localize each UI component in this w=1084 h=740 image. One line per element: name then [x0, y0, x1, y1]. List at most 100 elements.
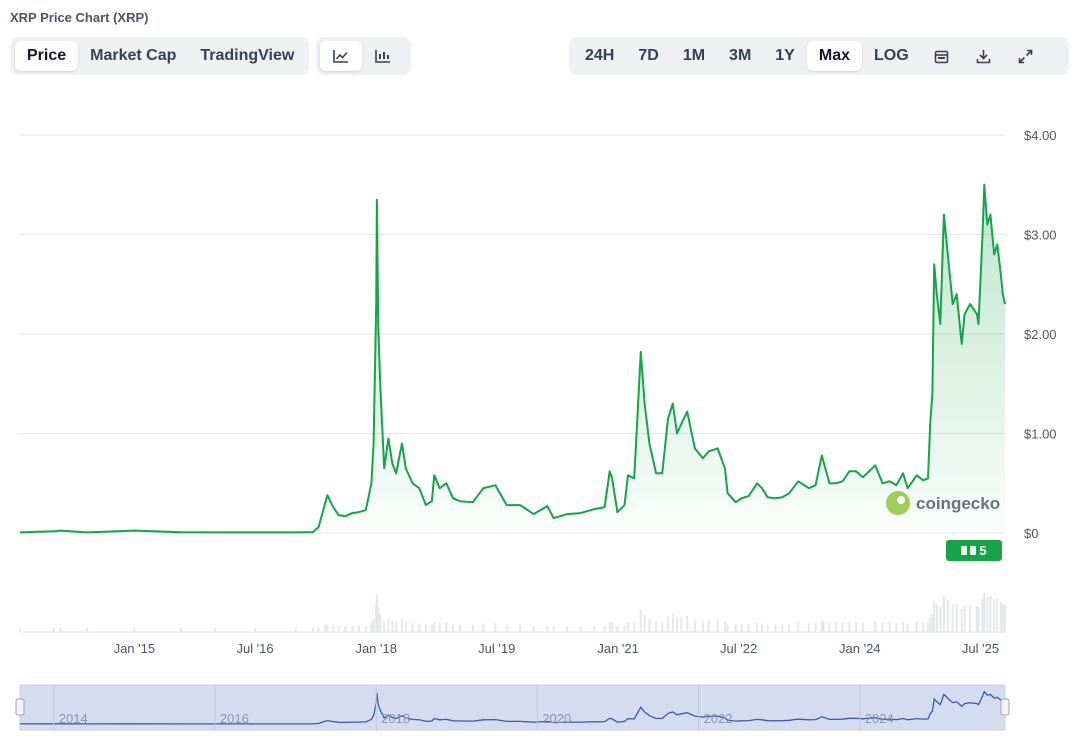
volume-bar [482, 623, 485, 632]
volume-bar [963, 606, 966, 632]
navigator-tick-label: 2014 [59, 711, 88, 726]
volume-bar [623, 625, 626, 632]
volume-bar [929, 617, 932, 632]
volume-bar [344, 626, 347, 632]
volume-bar [666, 616, 669, 632]
volume-bar [935, 604, 938, 632]
volume-bar [983, 593, 986, 632]
volume-bar [627, 622, 630, 632]
volume-bar [370, 623, 373, 632]
volume-bar [452, 624, 455, 632]
badge-icon [970, 546, 977, 555]
volume-bar [955, 604, 958, 632]
volume-bar [532, 626, 535, 632]
volume-bar [180, 627, 183, 632]
y-tick-label: $1.00 [1024, 427, 1057, 442]
volume-bar [383, 621, 386, 632]
volume-bar [723, 621, 726, 632]
volume-bar [317, 627, 320, 632]
volume-bar [579, 626, 582, 632]
y-tick-label: $3.00 [1024, 228, 1057, 243]
volume-bar [411, 623, 414, 632]
volume-bar [364, 625, 367, 632]
volume-bar [822, 620, 825, 632]
volume-bar [552, 626, 555, 632]
volume-bar [716, 619, 719, 632]
volume-bar [337, 626, 340, 632]
x-tick-label: Jul '25 [962, 641, 999, 656]
volume-bar [915, 622, 918, 632]
coingecko-logo-icon [886, 491, 910, 515]
watermark-text: coingecko [916, 494, 1000, 513]
volume-bar [611, 622, 614, 632]
volume-bar [726, 624, 729, 632]
x-tick-label: Jan '15 [114, 641, 156, 656]
x-tick-label: Jul '22 [720, 641, 757, 656]
notification-badge[interactable]: 5 [946, 540, 1002, 561]
volume-bar [788, 624, 791, 632]
volume-bar [639, 609, 642, 632]
volume-bar [807, 623, 810, 632]
volume-bar [643, 615, 646, 632]
volume-bar [781, 624, 784, 632]
volume-bar [734, 624, 737, 632]
x-tick-label: Jul '16 [236, 641, 273, 656]
volume-bar [418, 623, 421, 632]
volume-bar [19, 627, 21, 632]
navigator-handle[interactable] [15, 698, 25, 716]
volume-bar [1001, 604, 1004, 632]
volume-bar [387, 618, 390, 632]
badge-icon [961, 546, 968, 555]
y-tick-label: $4.00 [1024, 128, 1057, 143]
volume-bar [693, 619, 696, 632]
volume-bar [1004, 605, 1006, 632]
volume-bar [616, 625, 619, 632]
volume-bar [519, 625, 522, 632]
volume-bar [603, 625, 606, 632]
volume-bar [855, 621, 858, 632]
volume-bar [671, 615, 674, 632]
volume-bar [942, 596, 945, 632]
volume-bar [933, 601, 936, 632]
volume-bar [391, 621, 394, 632]
volume-bar [294, 627, 297, 632]
volume-bar [351, 626, 354, 632]
volume-bar [895, 623, 898, 632]
volume-bar [648, 619, 651, 632]
volume-bar [593, 625, 596, 632]
volume-bar [761, 623, 764, 632]
volume-bar [740, 624, 743, 632]
volume-bar [633, 622, 636, 632]
volume-bar [686, 615, 689, 632]
y-tick-label: $2.00 [1024, 327, 1057, 342]
volume-bar [902, 622, 905, 632]
volume-bar [438, 623, 441, 632]
volume-bar [404, 621, 407, 632]
volume-bar [326, 624, 329, 632]
volume-bar [989, 596, 992, 632]
volume-bar [546, 625, 549, 632]
navigator-tick-label: 2016 [220, 711, 249, 726]
volume-bar [828, 623, 831, 632]
volume-bar [395, 622, 398, 632]
volume-bar [372, 619, 375, 632]
volume-bar [676, 618, 679, 632]
volume-bar [931, 614, 934, 632]
volume-bar [946, 600, 949, 632]
volume-bar [471, 624, 474, 632]
navigator-tick-label: 2024 [865, 711, 894, 726]
y-tick-label: $0 [1024, 526, 1038, 541]
volume-bar [311, 627, 314, 632]
volume-bar [445, 623, 448, 632]
volume-bar [608, 621, 611, 632]
x-tick-label: Jan '24 [839, 641, 881, 656]
volume-bar [996, 599, 999, 632]
volume-bar [377, 607, 380, 632]
volume-bar [888, 622, 891, 632]
price-chart[interactable]: $0 $1.00 $2.00 $3.00 $4.00 Jan '15 Jul '16 Jan … [0, 0, 1084, 740]
volume-bar [52, 627, 55, 632]
volume-bar [993, 600, 996, 632]
volume-bar [951, 605, 954, 632]
navigator-handle[interactable] [1000, 698, 1010, 716]
volume-bar [505, 625, 508, 632]
